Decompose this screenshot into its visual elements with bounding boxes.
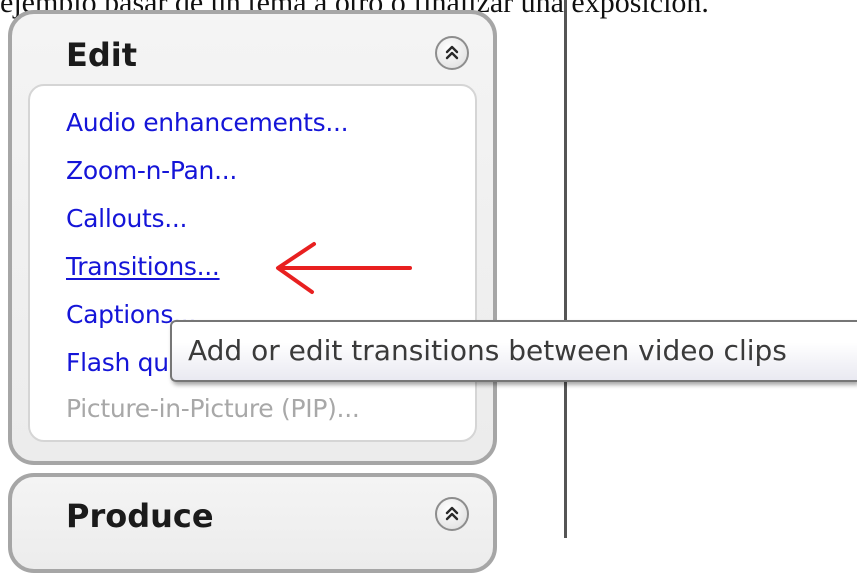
audio-enhancements-link[interactable]: Audio enhancements... <box>66 108 349 138</box>
zoom-n-pan-link[interactable]: Zoom-n-Pan... <box>66 156 237 186</box>
double-chevron-up-icon <box>445 45 459 60</box>
picture-in-picture-link: Picture-in-Picture (PIP)... <box>66 394 360 423</box>
produce-task-panel: Produce <box>8 473 497 573</box>
transitions-link[interactable]: Transitions... <box>66 252 220 282</box>
callouts-link[interactable]: Callouts... <box>66 204 187 234</box>
double-chevron-up-icon <box>445 506 459 521</box>
left-arrow-icon <box>276 242 412 294</box>
edit-task-panel: Edit Audio enhancements... Zoom-n-Pan...… <box>8 10 497 465</box>
vertical-divider <box>564 0 567 538</box>
edit-collapse-button[interactable] <box>435 36 469 70</box>
tooltip: Add or edit transitions between video cl… <box>170 320 857 382</box>
produce-collapse-button[interactable] <box>435 497 469 531</box>
edit-panel-title: Edit <box>66 36 138 74</box>
tooltip-text: Add or edit transitions between video cl… <box>188 334 787 367</box>
produce-panel-title: Produce <box>66 497 214 535</box>
